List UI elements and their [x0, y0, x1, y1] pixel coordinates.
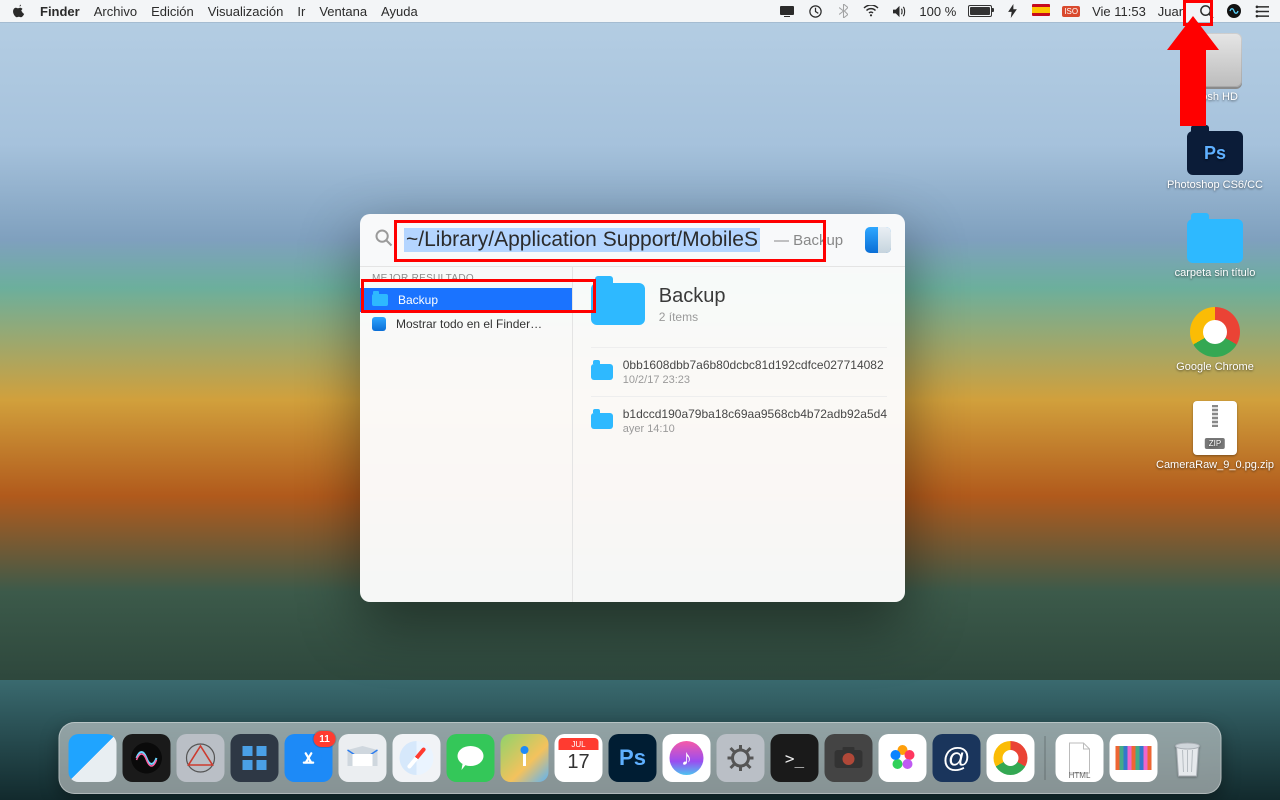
dock-photos[interactable]	[879, 734, 927, 782]
preview-item-row[interactable]: 0bb1608dbb7a6b80dcbc81d192cdfce027714082…	[591, 347, 887, 396]
dock-appstore-badge: 11	[314, 731, 336, 747]
chrome-icon	[1190, 307, 1240, 357]
spotlight-window: ~/Library/Application Support/MobileS — …	[360, 214, 905, 602]
zip-icon: ZIP	[1193, 401, 1237, 455]
dock-terminal[interactable]: >_	[771, 734, 819, 782]
chrome-label: Google Chrome	[1176, 361, 1254, 373]
dock-itunes[interactable]: ♪	[663, 734, 711, 782]
spotlight-search-row: ~/Library/Application Support/MobileS — …	[360, 214, 905, 266]
zip-label: CameraRaw_9_0.pg.zip	[1156, 459, 1274, 471]
flag-es-icon[interactable]	[1032, 4, 1050, 19]
preview-item-row[interactable]: b1dccd190a79ba18c69aa9568cb4b72adb92a5d4…	[591, 396, 887, 445]
dock-trash[interactable]	[1164, 734, 1212, 782]
wifi-icon[interactable]	[863, 3, 879, 19]
desktop-untitled-folder[interactable]: carpeta sin título	[1175, 219, 1256, 279]
dock-chrome[interactable]	[987, 734, 1035, 782]
dock-document[interactable]: HTML	[1056, 734, 1104, 782]
charging-icon	[1004, 3, 1020, 19]
dock-separator	[1045, 736, 1046, 780]
preview-item-date: ayer 14:10	[623, 423, 887, 435]
spotlight-search-hint: — Backup	[774, 232, 843, 249]
menu-app-name[interactable]: Finder	[40, 4, 80, 19]
spotlight-result-label: Backup	[398, 293, 438, 307]
menu-visualizacion[interactable]: Visualización	[208, 4, 284, 19]
preview-folder-meta: 2 ítems	[659, 310, 726, 324]
desktop-icons: ntosh HD Ps Photoshop CS6/CC carpeta sin…	[1160, 33, 1270, 471]
spotlight-finder-badge-icon	[865, 227, 891, 253]
preview-folder-name: Backup	[659, 285, 726, 308]
timemachine-icon[interactable]	[807, 3, 823, 19]
dock-at-app[interactable]: @	[933, 734, 981, 782]
spotlight-section-header: MEJOR RESULTADO	[360, 267, 572, 288]
dock-finder[interactable]	[69, 734, 117, 782]
preview-item-name: b1dccd190a79ba18c69aa9568cb4b72adb92a5d4	[623, 407, 887, 421]
dock-doc-label: HTML	[1069, 771, 1091, 780]
calendar-month: JUL	[559, 738, 599, 750]
dock-siri[interactable]	[123, 734, 171, 782]
iso-badge[interactable]: ISO	[1062, 6, 1080, 17]
menu-archivo[interactable]: Archivo	[94, 4, 137, 19]
menu-edicion[interactable]: Edición	[151, 4, 194, 19]
menu-ir[interactable]: Ir	[297, 4, 305, 19]
dock-launchpad[interactable]	[177, 734, 225, 782]
folder-photoshop-icon: Ps	[1187, 131, 1243, 175]
dock-mail[interactable]	[339, 734, 387, 782]
finder-icon	[372, 317, 386, 331]
spotlight-result-backup[interactable]: Backup	[360, 288, 572, 312]
menu-ventana[interactable]: Ventana	[319, 4, 367, 19]
dock-calendar[interactable]: JUL 17	[555, 734, 603, 782]
dock-system-preferences[interactable]	[717, 734, 765, 782]
menu-bar: Finder Archivo Edición Visualización Ir …	[0, 0, 1280, 22]
photoshop-folder-label: Photoshop CS6/CC	[1167, 179, 1263, 191]
dock-folder-swatch[interactable]	[1110, 734, 1158, 782]
preview-item-date: 10/2/17 23:23	[623, 374, 887, 386]
desktop-photoshop-folder[interactable]: Ps Photoshop CS6/CC	[1167, 131, 1263, 191]
spotlight-result-label: Mostrar todo en el Finder…	[396, 317, 542, 331]
apple-menu-icon[interactable]	[10, 3, 26, 19]
search-icon	[374, 228, 394, 253]
notification-center-icon[interactable]	[1254, 3, 1270, 19]
battery-percent[interactable]: 100 %	[919, 4, 956, 19]
spotlight-results-list: MEJOR RESULTADO Backup Mostrar todo en e…	[360, 267, 573, 602]
volume-icon[interactable]	[891, 3, 907, 19]
dock-maps[interactable]	[501, 734, 549, 782]
dock-photoshop[interactable]: Ps	[609, 734, 657, 782]
bluetooth-icon[interactable]	[835, 3, 851, 19]
untitled-folder-label: carpeta sin título	[1175, 267, 1256, 279]
calendar-day: 17	[555, 751, 603, 774]
spotlight-result-show-all[interactable]: Mostrar todo en el Finder…	[360, 312, 572, 336]
dock-photobooth[interactable]	[825, 734, 873, 782]
spotlight-preview-pane: Backup 2 ítems 0bb1608dbb7a6b80dcbc81d19…	[573, 267, 905, 602]
desktop-chrome[interactable]: Google Chrome	[1176, 307, 1254, 373]
menu-datetime[interactable]: Vie 11:53	[1092, 4, 1146, 19]
folder-icon	[372, 294, 388, 306]
desktop-zip-file[interactable]: ZIP CameraRaw_9_0.pg.zip	[1156, 401, 1274, 471]
siri-menu-icon[interactable]	[1226, 3, 1242, 19]
display-icon[interactable]	[779, 3, 795, 19]
dock-appstore[interactable]: 11	[285, 734, 333, 782]
preview-item-name: 0bb1608dbb7a6b80dcbc81d192cdfce027714082	[623, 358, 887, 372]
folder-icon	[591, 283, 645, 325]
dock-messages[interactable]	[447, 734, 495, 782]
spotlight-search-input[interactable]: ~/Library/Application Support/MobileS	[404, 228, 760, 252]
dock-safari[interactable]	[393, 734, 441, 782]
menu-ayuda[interactable]: Ayuda	[381, 4, 418, 19]
folder-icon	[1187, 219, 1243, 263]
dock-mission-control[interactable]	[231, 734, 279, 782]
folder-icon	[591, 364, 613, 380]
battery-icon[interactable]	[968, 5, 992, 17]
ps-glyph: Ps	[619, 745, 646, 771]
folder-icon	[591, 413, 613, 429]
dock: 11 JUL 17 Ps ♪ >_ @ HTML	[59, 722, 1222, 794]
